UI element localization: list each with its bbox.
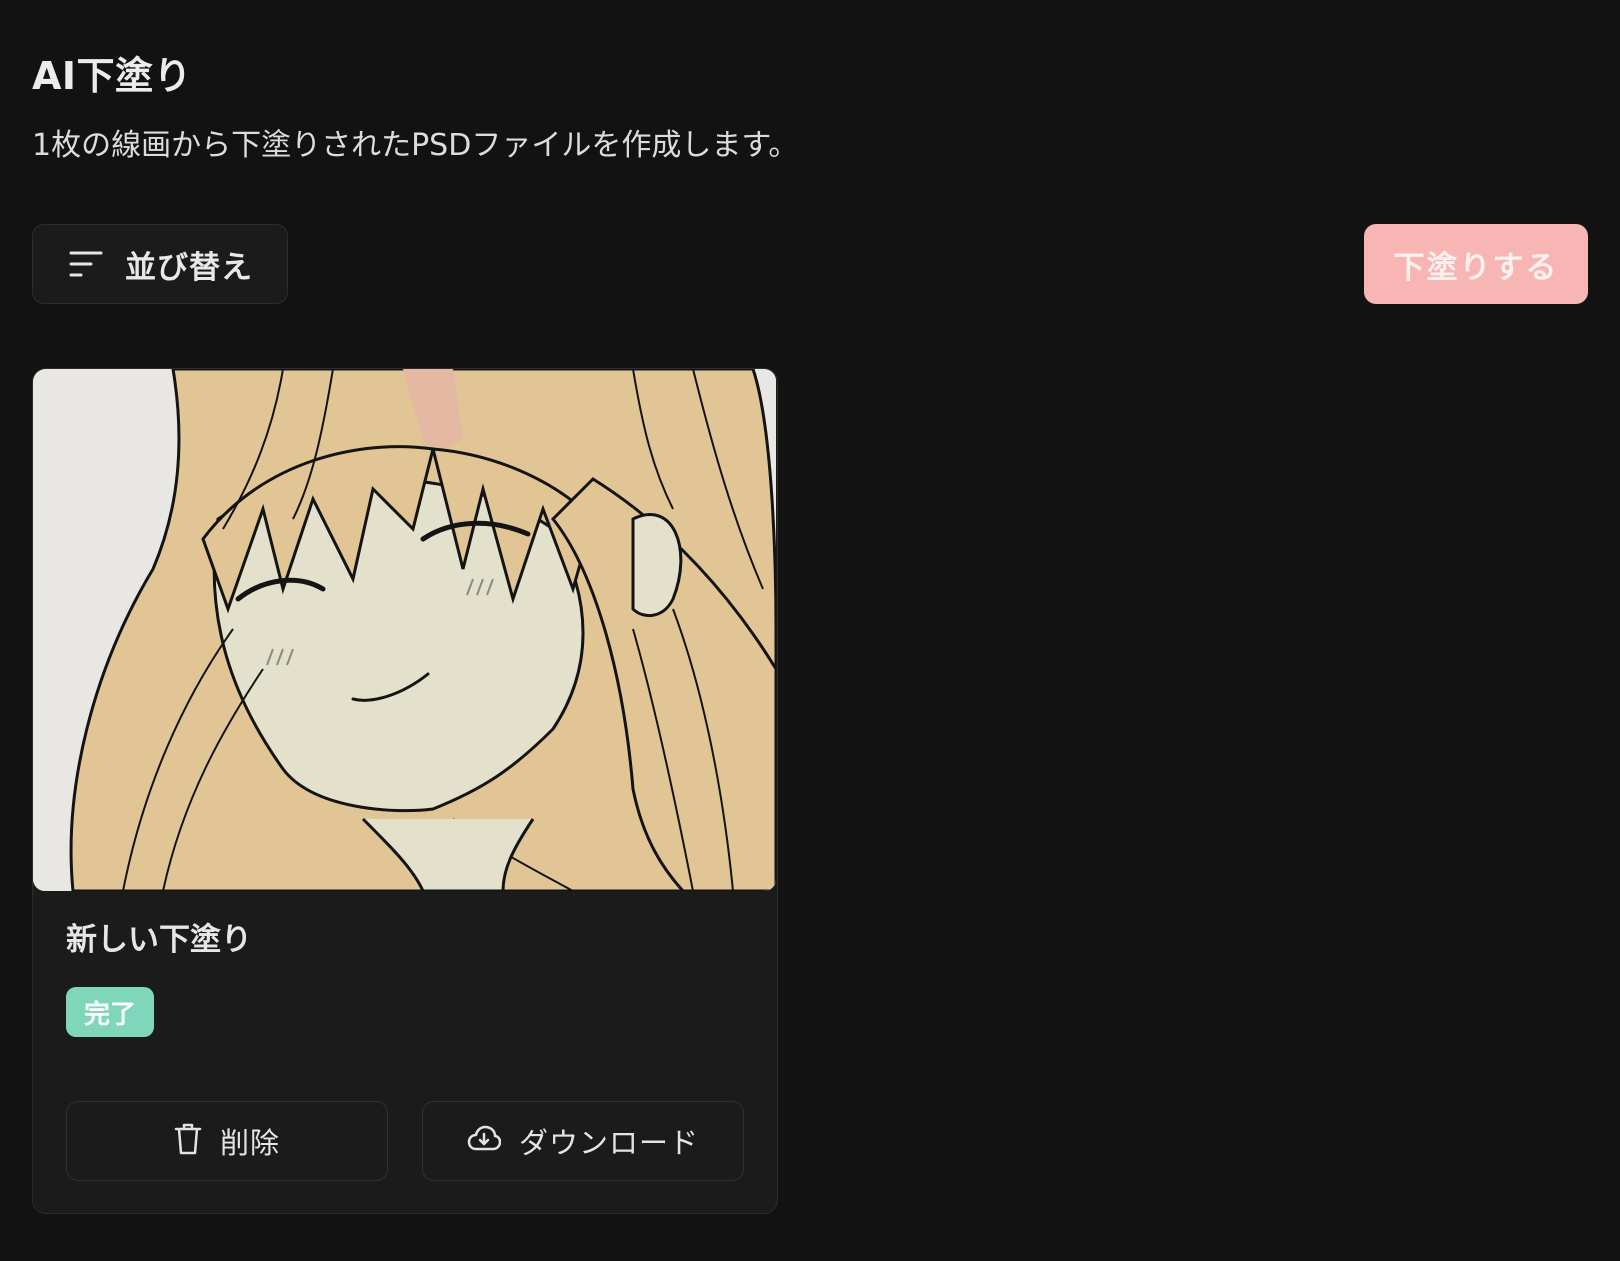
page-description: 1枚の線画から下塗りされたPSDファイルを作成します。	[32, 128, 799, 163]
card-title: 新しい下塗り	[66, 922, 252, 958]
trash-icon	[174, 1123, 202, 1159]
delete-button[interactable]: 削除	[66, 1101, 388, 1181]
sort-lines-icon	[69, 249, 103, 279]
sort-button-label: 並び替え	[125, 249, 253, 286]
page: AI下塗り 1枚の線画から下塗りされたPSDファイルを作成します。 並び替え 下…	[0, 0, 1620, 1261]
download-button-label: ダウンロード	[518, 1126, 699, 1160]
underpaint-card[interactable]: 新しい下塗り 完了 削除 ダウンロード	[32, 368, 778, 1214]
delete-button-label: 削除	[219, 1126, 280, 1160]
cloud-download-icon	[467, 1125, 502, 1157]
sort-button[interactable]: 並び替え	[32, 224, 288, 304]
status-badge: 完了	[66, 987, 154, 1037]
artwork-illustration	[33, 369, 776, 891]
artwork-thumbnail[interactable]	[33, 369, 776, 891]
start-underpaint-label: 下塗りする	[1393, 249, 1559, 286]
download-button[interactable]: ダウンロード	[422, 1101, 744, 1181]
start-underpaint-button[interactable]: 下塗りする	[1364, 224, 1588, 304]
page-title: AI下塗り	[32, 54, 193, 98]
